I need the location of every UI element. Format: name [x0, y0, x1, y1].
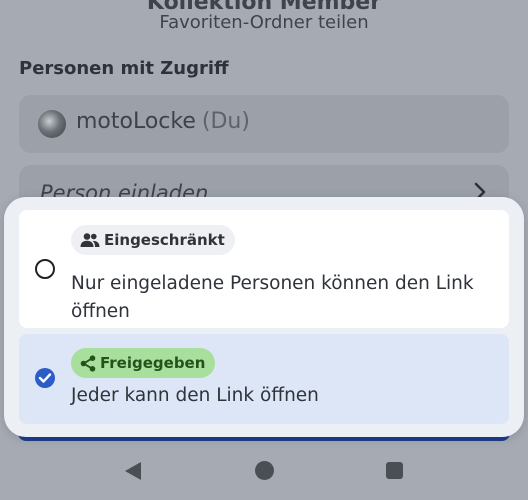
shared-chip: Freigegeben [71, 348, 216, 378]
member-row: motoLocke (Du) [19, 95, 509, 153]
option-shared[interactable]: Freigegeben Jeder kann den Link öffnen [19, 334, 509, 424]
share-icon [80, 354, 96, 372]
restricted-chip-label: Eingeschränkt [104, 231, 225, 249]
restricted-description: Nur eingeladene Personen können den Link… [71, 273, 474, 322]
link-access-menu: Eingeschränkt Nur eingeladene Personen k… [4, 197, 524, 437]
shared-description: Jeder kann den Link öffnen [71, 385, 319, 406]
avatar [38, 110, 66, 138]
section-title: Personen mit Zugriff [19, 58, 229, 79]
recents-icon[interactable] [386, 462, 403, 479]
radio-unchecked-icon[interactable] [35, 259, 55, 279]
group-icon [80, 232, 100, 248]
restricted-chip: Eingeschränkt [71, 225, 235, 255]
shared-chip-label: Freigegeben [100, 354, 206, 372]
member-tag: (Du) [201, 109, 250, 134]
member-name: motoLocke [76, 109, 196, 134]
home-icon[interactable] [255, 461, 274, 480]
back-icon[interactable] [123, 461, 143, 485]
option-restricted[interactable]: Eingeschränkt Nur eingeladene Personen k… [19, 210, 509, 328]
page-subtitle: Favoriten-Ordner teilen [159, 12, 369, 33]
navigation-bar [0, 445, 528, 500]
radio-checked-icon[interactable] [35, 368, 55, 388]
